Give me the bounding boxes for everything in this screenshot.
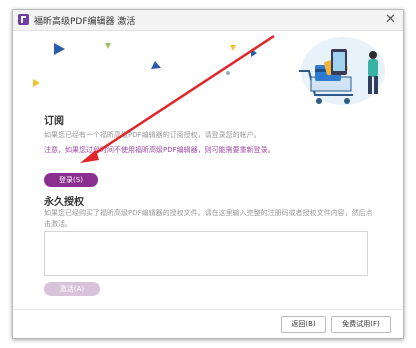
back-button[interactable]: 返回(B) bbox=[281, 316, 326, 333]
license-code-input[interactable] bbox=[44, 231, 368, 276]
decor-dot-icon bbox=[226, 71, 230, 75]
footer-divider bbox=[13, 309, 403, 310]
activate-button[interactable]: 激活(A) bbox=[44, 282, 100, 296]
window-title: 福昕高级PDF编辑器 激活 bbox=[34, 17, 136, 27]
banner-illustration bbox=[13, 31, 403, 113]
login-button[interactable]: 登录(S) bbox=[44, 173, 98, 187]
free-trial-button[interactable]: 免费试用(F) bbox=[331, 316, 391, 333]
perpetual-heading: 永久授权 bbox=[44, 197, 84, 208]
perpetual-description: 如果您已经购买了福昕高级PDF编辑器的授权文件。请在这里输入完整的注册码或者授权… bbox=[44, 209, 373, 228]
relogin-warning: 注意，如果您过段时间不使用福昕高级PDF编辑器，则可能需要重新登录。 bbox=[44, 146, 275, 154]
title-bar: 福昕高级PDF编辑器 激活 ✕ bbox=[13, 10, 403, 31]
phone-icon bbox=[331, 49, 347, 75]
activation-window: 福昕高级PDF编辑器 激活 ✕ 订阅 如果您已经有一个福昕高级PDF编辑器的订阅… bbox=[12, 9, 404, 339]
close-button[interactable]: ✕ bbox=[383, 12, 398, 27]
subscription-description: 如果您已经有一个福昕高级PDF编辑器的订阅授权，请登录您的帐户。 bbox=[44, 131, 261, 139]
app-logo-icon bbox=[18, 14, 29, 25]
subscription-heading: 订阅 bbox=[44, 116, 64, 127]
